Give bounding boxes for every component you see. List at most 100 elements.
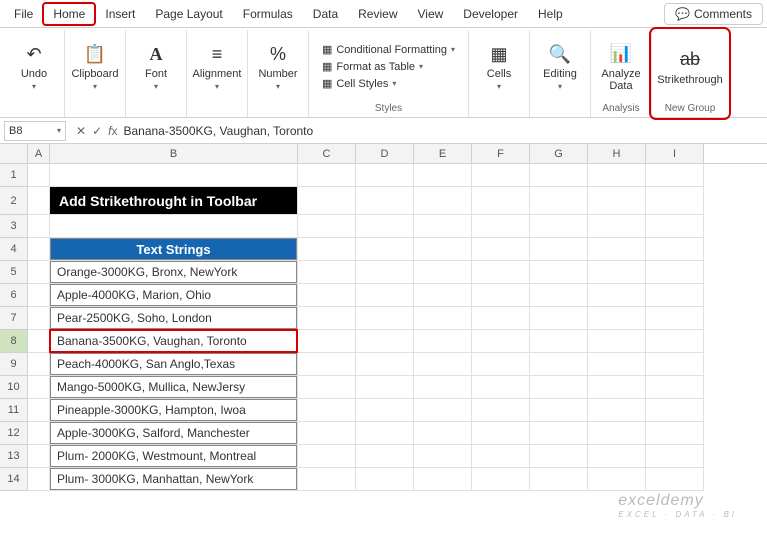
cell-c10[interactable] <box>298 376 356 399</box>
cell-g12[interactable] <box>530 422 588 445</box>
cell-g1[interactable] <box>530 164 588 187</box>
row-header-7[interactable]: 7 <box>0 307 28 330</box>
cell-a4[interactable] <box>28 238 50 261</box>
row-header-6[interactable]: 6 <box>0 284 28 307</box>
cell-i9[interactable] <box>646 353 704 376</box>
cell-h6[interactable] <box>588 284 646 307</box>
cells-button[interactable]: ▦ Cells ▾ <box>475 40 523 93</box>
cell-c11[interactable] <box>298 399 356 422</box>
cell-f13[interactable] <box>472 445 530 468</box>
cell-a3[interactable] <box>28 215 50 238</box>
cell-g9[interactable] <box>530 353 588 376</box>
cell-d3[interactable] <box>356 215 414 238</box>
cell-h4[interactable] <box>588 238 646 261</box>
cell-h13[interactable] <box>588 445 646 468</box>
cell-a7[interactable] <box>28 307 50 330</box>
cell-c6[interactable] <box>298 284 356 307</box>
row-header-8[interactable]: 8 <box>0 330 28 353</box>
undo-button[interactable]: ↶ Undo ▾ <box>10 40 58 93</box>
cell-i2[interactable] <box>646 187 704 215</box>
cell-a9[interactable] <box>28 353 50 376</box>
tab-formulas[interactable]: Formulas <box>233 3 303 25</box>
cell-i8[interactable] <box>646 330 704 353</box>
cell-c4[interactable] <box>298 238 356 261</box>
alignment-button[interactable]: ≡ Alignment ▾ <box>193 40 241 93</box>
cell-g4[interactable] <box>530 238 588 261</box>
cell-c9[interactable] <box>298 353 356 376</box>
cell-b10[interactable]: Mango-5000KG, Mullica, NewJersy <box>50 376 298 399</box>
cell-h8[interactable] <box>588 330 646 353</box>
cell-f11[interactable] <box>472 399 530 422</box>
cell-b11[interactable]: Pineapple-3000KG, Hampton, Iwoa <box>50 399 298 422</box>
cell-b4[interactable]: Text Strings <box>50 238 298 261</box>
cell-b2[interactable]: Add Strikethrought in Toolbar <box>50 187 298 215</box>
cell-f7[interactable] <box>472 307 530 330</box>
cell-b5[interactable]: Orange-3000KG, Bronx, NewYork <box>50 261 298 284</box>
cell-f9[interactable] <box>472 353 530 376</box>
col-header-d[interactable]: D <box>356 144 414 163</box>
cell-d10[interactable] <box>356 376 414 399</box>
cell-f4[interactable] <box>472 238 530 261</box>
tab-view[interactable]: View <box>408 3 454 25</box>
cell-b14[interactable]: Plum- 3000KG, Manhattan, NewYork <box>50 468 298 491</box>
cell-d11[interactable] <box>356 399 414 422</box>
cell-e8[interactable] <box>414 330 472 353</box>
cell-d7[interactable] <box>356 307 414 330</box>
cell-i10[interactable] <box>646 376 704 399</box>
cell-e4[interactable] <box>414 238 472 261</box>
cell-b1[interactable] <box>50 164 298 187</box>
col-header-h[interactable]: H <box>588 144 646 163</box>
cell-c13[interactable] <box>298 445 356 468</box>
cell-g13[interactable] <box>530 445 588 468</box>
row-header-13[interactable]: 13 <box>0 445 28 468</box>
cell-i7[interactable] <box>646 307 704 330</box>
analyze-data-button[interactable]: 📊 Analyze Data <box>597 40 645 94</box>
col-header-f[interactable]: F <box>472 144 530 163</box>
cell-c2[interactable] <box>298 187 356 215</box>
cell-g7[interactable] <box>530 307 588 330</box>
cell-h2[interactable] <box>588 187 646 215</box>
row-header-5[interactable]: 5 <box>0 261 28 284</box>
row-header-11[interactable]: 11 <box>0 399 28 422</box>
cell-c5[interactable] <box>298 261 356 284</box>
cell-i4[interactable] <box>646 238 704 261</box>
cell-b3[interactable] <box>50 215 298 238</box>
cell-a5[interactable] <box>28 261 50 284</box>
cell-i1[interactable] <box>646 164 704 187</box>
cell-a6[interactable] <box>28 284 50 307</box>
cell-f14[interactable] <box>472 468 530 491</box>
cell-d13[interactable] <box>356 445 414 468</box>
cell-e6[interactable] <box>414 284 472 307</box>
clipboard-button[interactable]: 📋 Clipboard ▾ <box>71 40 119 93</box>
cell-h14[interactable] <box>588 468 646 491</box>
cell-c12[interactable] <box>298 422 356 445</box>
cell-c1[interactable] <box>298 164 356 187</box>
tab-file[interactable]: File <box>4 3 43 25</box>
cell-a10[interactable] <box>28 376 50 399</box>
cell-g2[interactable] <box>530 187 588 215</box>
cell-e10[interactable] <box>414 376 472 399</box>
format-as-table-button[interactable]: ▦Format as Table▾ <box>318 59 459 74</box>
cell-e13[interactable] <box>414 445 472 468</box>
cell-b8[interactable]: Banana-3500KG, Vaughan, Toronto <box>50 330 298 353</box>
row-header-9[interactable]: 9 <box>0 353 28 376</box>
cell-f1[interactable] <box>472 164 530 187</box>
cell-a12[interactable] <box>28 422 50 445</box>
conditional-formatting-button[interactable]: ▦Conditional Formatting▾ <box>318 42 459 57</box>
font-button[interactable]: A Font ▾ <box>132 40 180 93</box>
cell-b7[interactable]: Pear-2500KG, Soho, London <box>50 307 298 330</box>
strikethrough-button[interactable]: ab Strikethrough <box>658 46 722 88</box>
tab-help[interactable]: Help <box>528 3 573 25</box>
cell-g8[interactable] <box>530 330 588 353</box>
tab-review[interactable]: Review <box>348 3 407 25</box>
cell-h7[interactable] <box>588 307 646 330</box>
cell-i12[interactable] <box>646 422 704 445</box>
cell-styles-button[interactable]: ▦Cell Styles▾ <box>318 76 459 91</box>
row-header-4[interactable]: 4 <box>0 238 28 261</box>
cell-c3[interactable] <box>298 215 356 238</box>
cell-h3[interactable] <box>588 215 646 238</box>
cell-f12[interactable] <box>472 422 530 445</box>
cell-h12[interactable] <box>588 422 646 445</box>
cell-d2[interactable] <box>356 187 414 215</box>
formula-input[interactable]: Banana-3500KG, Vaughan, Toronto <box>123 124 313 138</box>
